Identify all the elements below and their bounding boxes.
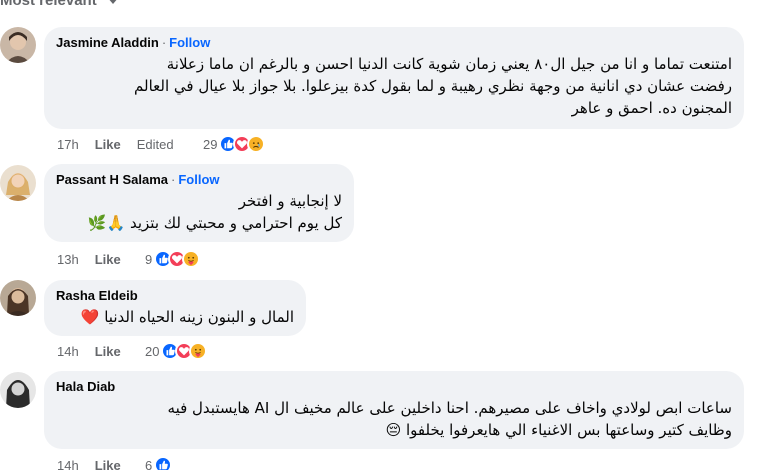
comment-line: المال و البنون زينه الحياه الدنيا ❤️: [80, 308, 294, 326]
timestamp[interactable]: 13h: [57, 252, 79, 267]
comment-line: كل يوم احترامي و محبتي لك بتزيد 🙏🌿: [87, 214, 342, 232]
care-reaction-icon: [182, 250, 201, 268]
comment-bubble: Passant H Salama · Follow لا إنجابية و افت…: [44, 164, 354, 242]
avatar[interactable]: [0, 280, 36, 316]
like-button[interactable]: Like: [95, 344, 121, 359]
like-reaction-icon: [154, 456, 173, 470]
comment-line: المجنون ده. احمق و عاهر: [571, 99, 732, 117]
avatar[interactable]: [0, 372, 36, 408]
comment-text: امتنعت تماما و انا من جيل ال٨٠ يعني زمان…: [56, 53, 732, 119]
comment-header: Jasmine Aladdin · Follow: [56, 35, 732, 50]
comment-header: Hala Diab: [56, 379, 732, 394]
reaction-summary[interactable]: 29: [203, 135, 266, 153]
sort-dropdown[interactable]: Most relevant: [0, 0, 119, 10]
comment-header: Rasha Eldeib: [56, 288, 294, 303]
timestamp[interactable]: 14h: [57, 344, 79, 359]
comment-header: Passant H Salama · Follow: [56, 172, 342, 187]
reaction-summary[interactable]: 20: [145, 342, 208, 360]
sort-label: Most relevant: [0, 0, 97, 9]
comment-bubble: Rasha Eldeib المال و البنون زينه الحياه …: [44, 280, 306, 336]
comment-actions: 14h Like: [57, 344, 121, 359]
comment-text: المال و البنون زينه الحياه الدنيا ❤️: [56, 306, 294, 328]
separator-dot: ·: [171, 172, 176, 187]
timestamp[interactable]: 14h: [57, 458, 79, 470]
avatar[interactable]: [0, 165, 36, 201]
comment-actions: 17h Like Edited: [57, 137, 174, 152]
like-button[interactable]: Like: [95, 252, 121, 267]
reaction-count: 20: [145, 343, 160, 359]
comment-line: لا إنجابية و افتخر: [238, 192, 342, 210]
edited-label[interactable]: Edited: [137, 137, 174, 152]
follow-button[interactable]: Follow: [169, 35, 210, 50]
comment-actions: 13h Like: [57, 252, 121, 267]
sad-reaction-icon: [247, 135, 266, 153]
separator-dot: ·: [161, 35, 167, 50]
reaction-summary[interactable]: 9: [145, 250, 201, 268]
comment-actions: 14h Like: [57, 458, 121, 470]
like-button[interactable]: Like: [95, 458, 121, 470]
chevron-down-icon: [106, 0, 119, 4]
reaction-count: 9: [145, 251, 153, 267]
comment-text: ساعات ابص لولادي واخاف على مصيرهم. احنا …: [56, 397, 732, 441]
follow-button[interactable]: Follow: [178, 172, 219, 187]
comment-line: امتنعت تماما و انا من جيل ال٨٠ يعني زمان…: [166, 55, 732, 73]
timestamp[interactable]: 17h: [57, 137, 79, 152]
like-button[interactable]: Like: [95, 137, 121, 152]
author-name[interactable]: Hala Diab: [56, 379, 115, 394]
author-name[interactable]: Passant H Salama: [56, 172, 168, 187]
author-name[interactable]: Jasmine Aladdin: [56, 35, 159, 50]
comment-bubble: Jasmine Aladdin · Follow امتنعت تماما و ان…: [44, 27, 744, 129]
comment-line: وظايف كتير وساعتها بس الاغنياء الي هايعر…: [385, 421, 732, 439]
comment-line: ساعات ابص لولادي واخاف على مصيرهم. احنا …: [167, 399, 732, 417]
comment-bubble: Hala Diab ساعات ابص لولادي واخاف على مصي…: [44, 371, 744, 449]
reaction-count: 29: [203, 136, 218, 152]
care-reaction-icon: [189, 342, 208, 360]
comment-text: لا إنجابية و افتخر كل يوم احترامي و محبت…: [56, 190, 342, 234]
author-name[interactable]: Rasha Eldeib: [56, 288, 138, 303]
reaction-summary[interactable]: 6: [145, 456, 173, 470]
avatar[interactable]: [0, 27, 36, 63]
reaction-count: 6: [145, 457, 153, 470]
comment-line: رفضت عشان دي انانية من وجهة نظري رهيبة و…: [134, 77, 732, 95]
